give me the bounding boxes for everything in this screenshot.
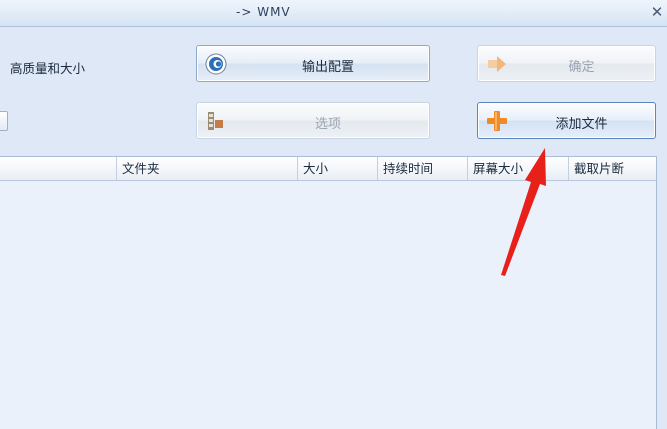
column-header-name[interactable] — [0, 157, 116, 180]
partial-button[interactable] — [0, 111, 8, 131]
output-config-label: 输出配置 — [301, 60, 354, 75]
film-options-icon — [208, 112, 223, 130]
output-config-button[interactable]: 输出配置 — [196, 45, 430, 82]
column-header-screen-size[interactable]: 屏幕大小 — [467, 157, 568, 180]
column-header-size[interactable]: 大小 — [297, 157, 377, 180]
window-title: -> WMV — [236, 5, 291, 19]
add-file-button[interactable]: 添加文件 — [477, 102, 656, 139]
arrow-right-icon — [488, 56, 506, 72]
options-label: 选项 — [314, 117, 341, 132]
plus-icon — [487, 111, 507, 131]
table-header: 文件夹 大小 持续时间 屏幕大小 截取片断 — [0, 157, 656, 181]
quality-profile-label: 高质量和大小 — [10, 61, 86, 76]
close-icon[interactable]: ✕ — [649, 4, 665, 20]
title-bar: -> WMV ✕ — [0, 0, 667, 27]
table-body[interactable] — [0, 181, 656, 429]
column-header-folder[interactable]: 文件夹 — [116, 157, 297, 180]
column-header-clip[interactable]: 截取片断 — [568, 157, 656, 180]
options-button[interactable]: 选项 — [196, 102, 430, 139]
column-header-duration[interactable]: 持续时间 — [377, 157, 467, 180]
file-table[interactable]: 文件夹 大小 持续时间 屏幕大小 截取片断 — [0, 156, 657, 429]
confirm-label: 确定 — [568, 60, 595, 75]
config-disc-icon — [205, 53, 227, 75]
add-file-label: 添加文件 — [555, 117, 608, 132]
confirm-button[interactable]: 确定 — [477, 45, 656, 82]
